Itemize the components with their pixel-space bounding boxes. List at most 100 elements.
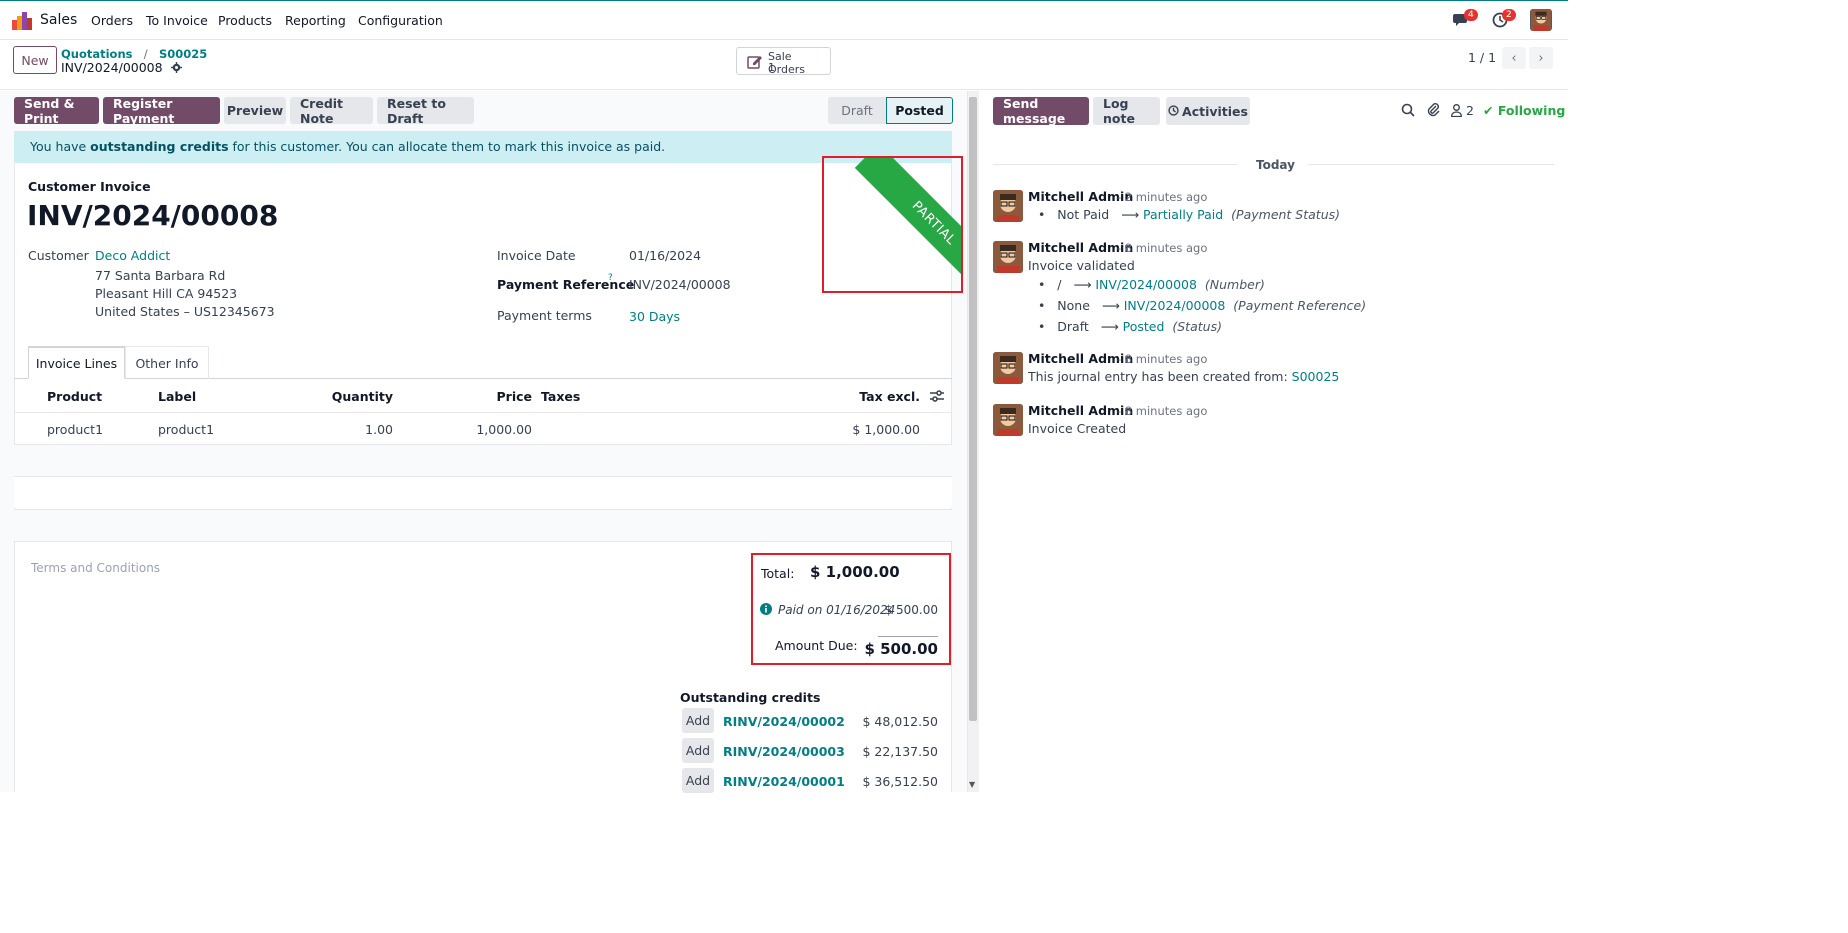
pager-previous-button[interactable]: ‹	[1502, 47, 1526, 69]
menu-configuration[interactable]: Configuration	[358, 13, 443, 28]
alert-prefix: You have	[30, 139, 91, 154]
column-header-price[interactable]: Price	[440, 389, 533, 404]
send-print-button[interactable]: Send & Print	[14, 96, 99, 126]
tracking-old-value: None	[1057, 298, 1090, 313]
column-header-quantity[interactable]: Quantity	[300, 389, 393, 404]
search-icon[interactable]	[1401, 103, 1415, 120]
user-avatar[interactable]	[1530, 9, 1552, 31]
terms-conditions-placeholder[interactable]: Terms and Conditions	[31, 561, 160, 575]
line-label[interactable]: product1	[158, 422, 214, 437]
top-navbar: Sales Orders To Invoice Products Reporti…	[0, 0, 1568, 40]
breadcrumb: Quotations / S00025	[61, 46, 207, 61]
avatar[interactable]	[993, 404, 1023, 436]
credit-amount: $ 36,512.50	[862, 774, 938, 789]
status-posted[interactable]: Posted	[886, 97, 953, 124]
activities-button[interactable]: 2	[1492, 9, 1516, 31]
invoice-date-value[interactable]: 01/16/2024	[629, 248, 701, 263]
breadcrumb-order[interactable]: S00025	[159, 47, 207, 61]
menu-to-invoice[interactable]: To Invoice	[146, 13, 208, 28]
customer-name-link[interactable]: Deco Addict	[95, 248, 170, 263]
menu-orders[interactable]: Orders	[91, 13, 133, 28]
pager-next-button[interactable]: ›	[1529, 47, 1553, 69]
message-text: This journal entry has been created from…	[1028, 369, 1292, 384]
partial-ribbon: PARTIAL	[854, 158, 961, 291]
credit-link[interactable]: RINV/2024/00003	[723, 744, 845, 759]
sliders-icon	[930, 390, 944, 402]
scroll-down-arrow-icon[interactable]: ▼	[969, 780, 975, 789]
message-body: Invoice Created	[1028, 421, 1127, 436]
activities-button[interactable]: Activities	[1166, 97, 1250, 125]
payment-terms-label: Payment terms	[497, 308, 592, 323]
sale-orders-count: 1	[768, 61, 775, 74]
record-name: INV/2024/00008	[61, 60, 163, 75]
following-button[interactable]: ✔ Following	[1483, 103, 1565, 118]
reset-to-draft-button[interactable]: Reset to Draft	[377, 96, 474, 126]
column-header-tax-excl[interactable]: Tax excl.	[820, 389, 920, 404]
app-logo-icon[interactable]	[12, 12, 32, 30]
bullet: •	[1038, 207, 1046, 222]
app-name[interactable]: Sales	[40, 12, 77, 28]
paid-amount: $ 500.00	[884, 603, 938, 617]
payment-terms-value[interactable]: 30 Days	[629, 309, 680, 324]
avatar[interactable]	[993, 190, 1023, 222]
payment-reference-value[interactable]: INV/2024/00008	[629, 277, 731, 292]
arrow-right-icon: ⟶	[1101, 298, 1120, 313]
preview-button[interactable]: Preview	[224, 97, 286, 124]
add-credit-button[interactable]: Add	[682, 768, 714, 793]
register-payment-button[interactable]: Register Payment	[103, 96, 220, 126]
tracking-value: • Not Paid ⟶ Partially Paid (Payment Sta…	[1038, 207, 1340, 222]
pager-value[interactable]: 1 / 1	[1468, 50, 1496, 65]
new-button[interactable]: New	[13, 46, 57, 74]
help-tooltip-icon[interactable]: ?	[608, 273, 613, 283]
add-credit-button[interactable]: Add	[682, 708, 714, 733]
empty-row	[14, 445, 952, 476]
avatar[interactable]	[993, 241, 1023, 273]
gear-icon[interactable]	[170, 61, 182, 76]
optional-columns-toggle[interactable]	[930, 390, 944, 405]
tracking-field-name: (Status)	[1172, 319, 1222, 334]
info-circle-icon[interactable]	[760, 603, 772, 618]
line-quantity[interactable]: 1.00	[300, 422, 393, 437]
breadcrumb-quotations[interactable]: Quotations	[61, 47, 133, 61]
credit-note-button[interactable]: Credit Note	[290, 96, 373, 126]
menu-products[interactable]: Products	[218, 13, 272, 28]
arrow-right-icon: ⟶	[1121, 207, 1140, 222]
record-title: INV/2024/00008	[61, 60, 182, 76]
customer-address-line: United States – US12345673	[95, 304, 275, 319]
check-icon: ✔	[1483, 103, 1494, 118]
column-header-product[interactable]: Product	[47, 389, 102, 404]
breadcrumb-separator: /	[136, 47, 155, 61]
messages-badge: 4	[1464, 9, 1478, 21]
arrow-right-icon: ⟶	[1100, 319, 1119, 334]
status-draft[interactable]: Draft	[828, 97, 886, 124]
column-header-taxes[interactable]: Taxes	[541, 389, 580, 404]
column-header-label[interactable]: Label	[158, 389, 196, 404]
tracking-new-value: INV/2024/00008	[1095, 277, 1197, 292]
log-note-button[interactable]: Log note	[1093, 96, 1160, 126]
scrollbar-thumb[interactable]	[969, 97, 977, 721]
bullet: •	[1038, 277, 1046, 292]
line-product[interactable]: product1	[47, 422, 103, 437]
paperclip-icon[interactable]	[1426, 102, 1440, 120]
tracking-value: • Draft ⟶ Posted (Status)	[1038, 319, 1222, 334]
tracking-old-value: /	[1057, 277, 1062, 292]
tab-other-info[interactable]: Other Info	[125, 346, 209, 379]
add-credit-button[interactable]: Add	[682, 738, 714, 763]
credit-link[interactable]: RINV/2024/00002	[723, 714, 845, 729]
send-message-button[interactable]: Send message	[993, 96, 1089, 126]
activities-badge: 2	[1502, 9, 1516, 21]
customer-label: Customer	[28, 248, 89, 263]
credit-link[interactable]: RINV/2024/00001	[723, 774, 845, 789]
bullet: •	[1038, 319, 1046, 334]
origin-order-link[interactable]: S00025	[1292, 369, 1340, 384]
sale-orders-smart-button[interactable]: Sale Orders 1	[736, 47, 831, 76]
avatar[interactable]	[993, 352, 1023, 384]
chevron-right-icon: ›	[1538, 50, 1544, 66]
followers-button[interactable]: 2	[1451, 103, 1474, 118]
chevron-left-icon: ‹	[1511, 50, 1517, 66]
messages-button[interactable]: 4	[1453, 9, 1478, 31]
message-time: - 2 minutes ago	[1117, 190, 1208, 204]
line-price[interactable]: 1,000.00	[440, 422, 532, 437]
menu-reporting[interactable]: Reporting	[285, 13, 346, 28]
tab-invoice-lines[interactable]: Invoice Lines	[28, 346, 125, 379]
